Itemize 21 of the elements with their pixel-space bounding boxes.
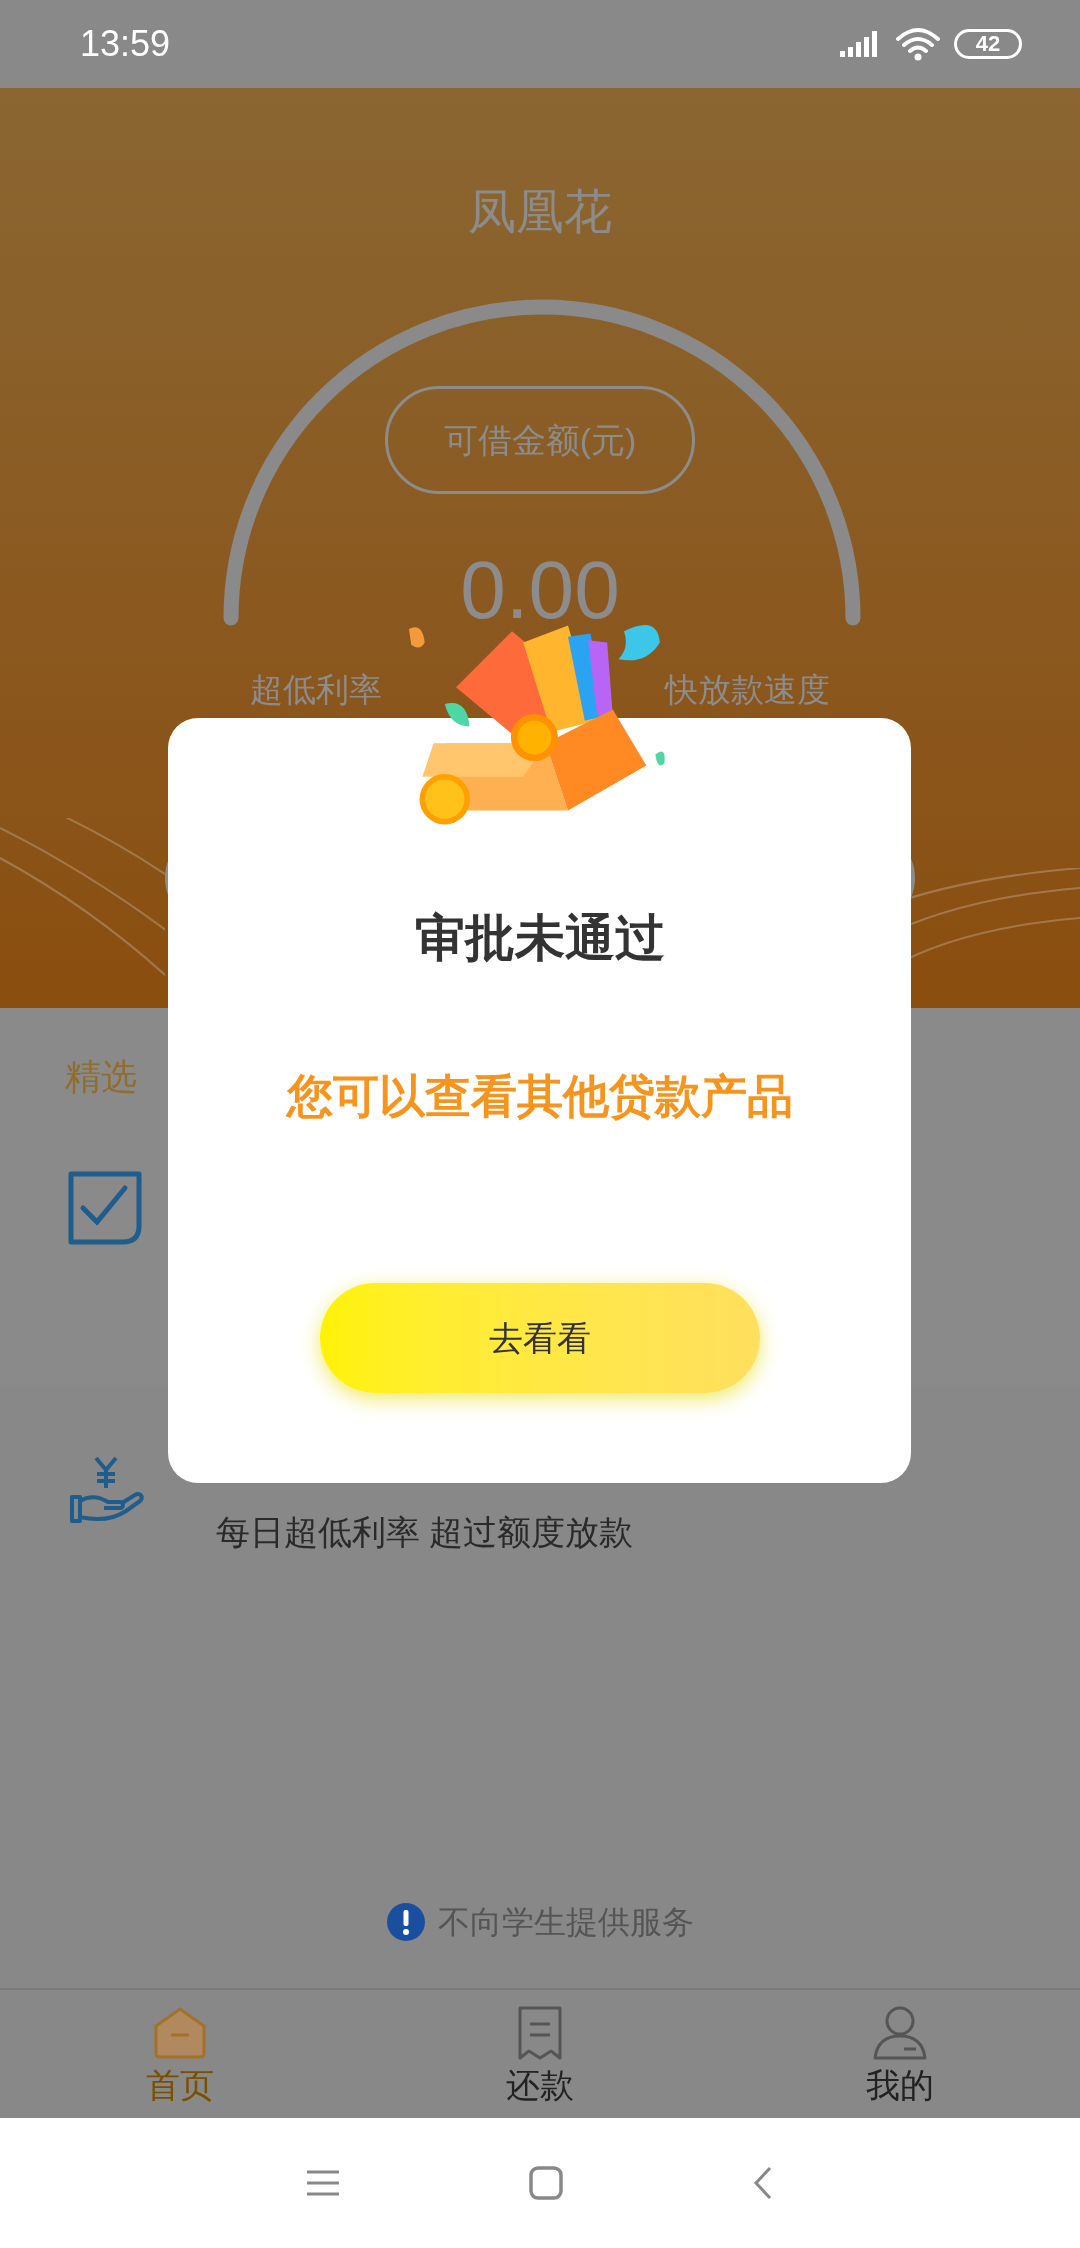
app-title: 凤凰花 [468, 188, 612, 236]
menu-icon[interactable] [307, 2169, 339, 2197]
back-icon[interactable] [753, 2166, 773, 2200]
tab-item[interactable]: 我的 [720, 1990, 1080, 2118]
status-time: 13:59 [80, 22, 171, 66]
user-icon [871, 2004, 929, 2062]
dialog-message: 您可以查看其他贷款产品 [286, 1073, 793, 1119]
tab-item[interactable]: 还款 [360, 1990, 720, 2118]
section-title: 精选 [65, 1056, 137, 1097]
home-square-icon[interactable] [529, 2166, 563, 2200]
battery-indicator: 42 [954, 29, 1022, 59]
tagline-text: 快放款速度 [665, 673, 830, 706]
feature-text: 每日超低利率 超过额度放款 [216, 1512, 634, 1553]
amount-value: 0.00 [460, 549, 620, 631]
amount-label: 可借金额(元) [385, 386, 695, 494]
info-icon [386, 1902, 426, 1942]
view-button[interactable]: 去看看 [319, 1283, 760, 1393]
dialog-title: 审批未通过 [414, 913, 665, 963]
hand-coin-icon [68, 1455, 146, 1525]
tagline-text: 超低利率 [250, 673, 382, 706]
wifi-icon [896, 27, 940, 61]
